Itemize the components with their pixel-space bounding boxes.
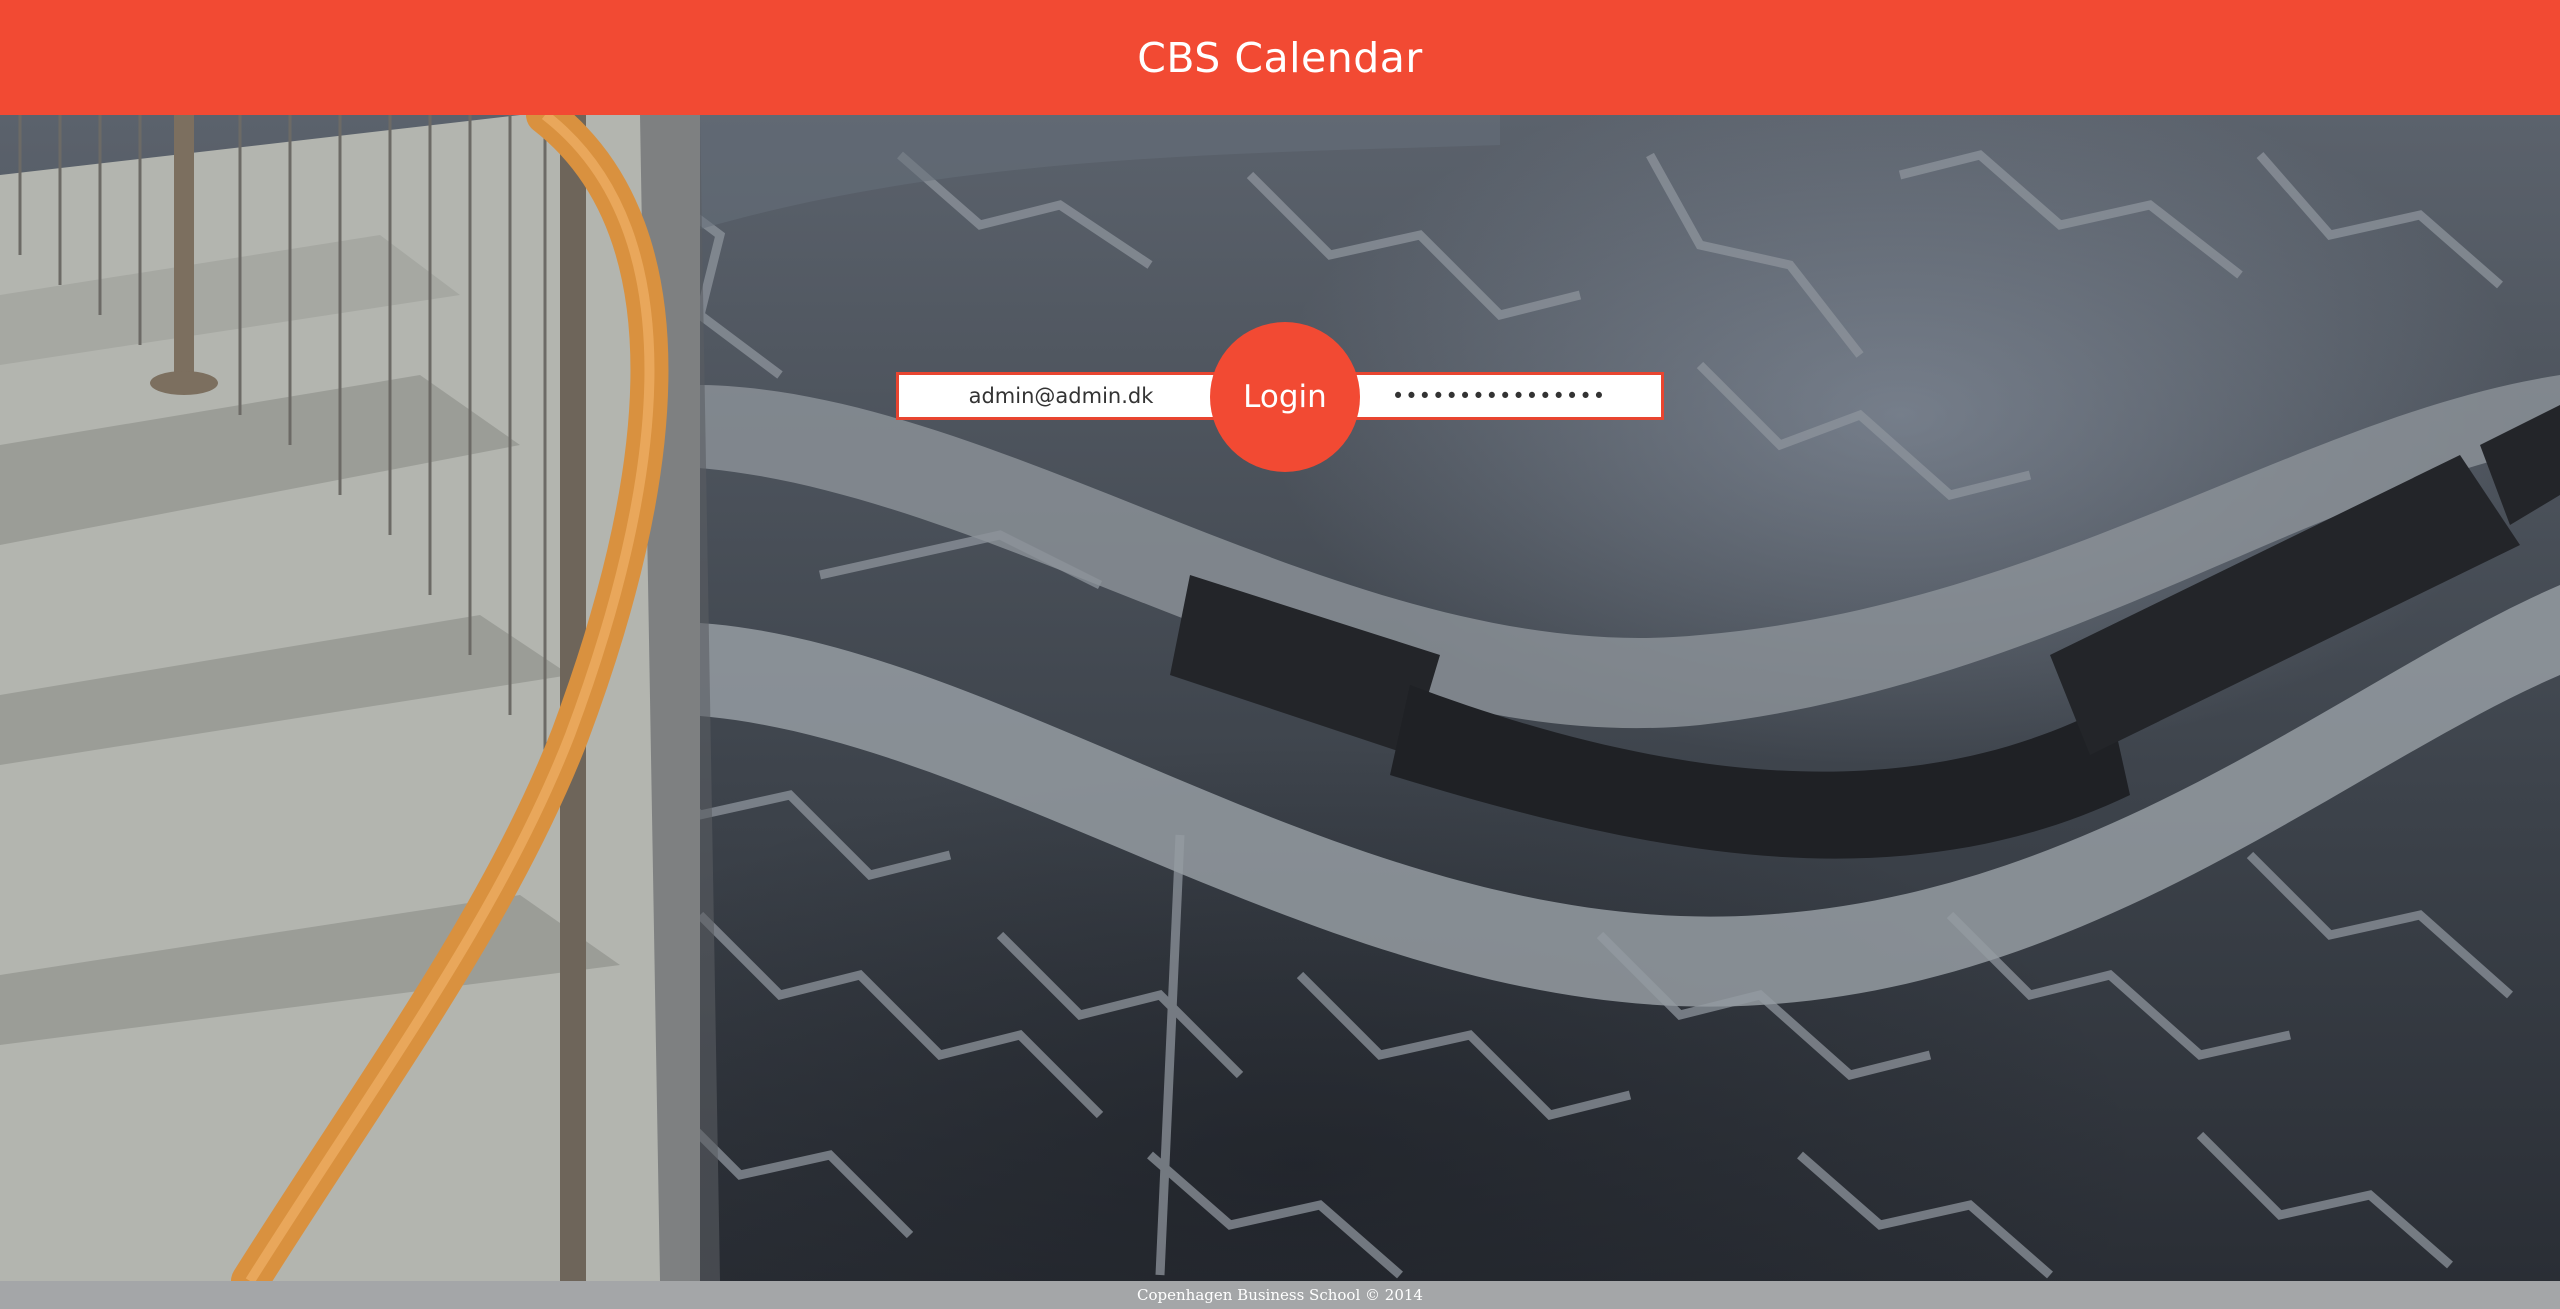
background-illustration	[0, 115, 2560, 1281]
email-field[interactable]	[896, 372, 1226, 420]
footer-copyright: Copenhagen Business School © 2014	[1137, 1286, 1423, 1304]
login-button[interactable]: Login	[1210, 322, 1360, 472]
footer-bar: Copenhagen Business School © 2014	[0, 1281, 2560, 1309]
background-photo	[0, 115, 2560, 1281]
password-field[interactable]	[1334, 372, 1664, 420]
login-form: Login	[896, 322, 1664, 472]
app-title: CBS Calendar	[1137, 33, 1423, 82]
header-bar: CBS Calendar	[0, 0, 2560, 115]
